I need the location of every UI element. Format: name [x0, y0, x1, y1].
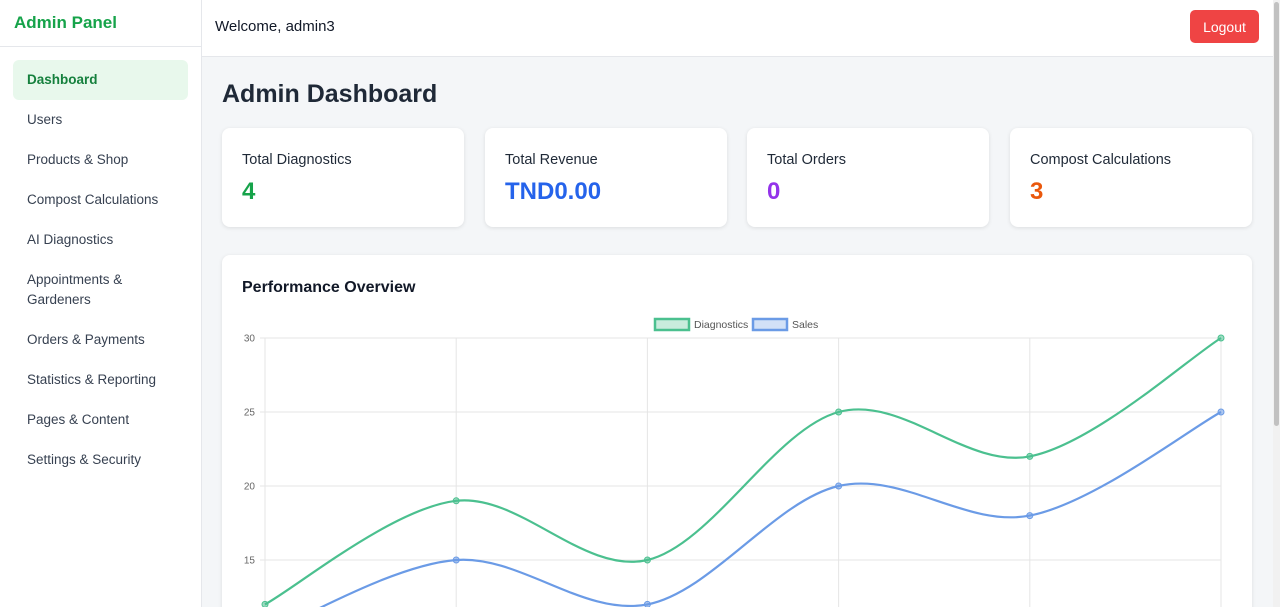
stat-card-diagnostics: Total Diagnostics 4: [222, 128, 464, 227]
y-tick-label: 20: [244, 482, 256, 493]
welcome-text: Welcome, admin3: [215, 18, 335, 35]
data-point-diagnostics: [261, 600, 269, 607]
sidebar-item-ai-diagnostics[interactable]: AI Diagnostics: [13, 220, 188, 260]
logout-button[interactable]: Logout: [1190, 10, 1259, 43]
legend-swatch-diagnostics: [653, 317, 691, 332]
y-tick-label: 30: [244, 334, 256, 345]
data-point-sales: [1026, 512, 1034, 520]
sidebar-item-settings-security[interactable]: Settings & Security: [13, 440, 188, 480]
data-point-diagnostics: [643, 556, 651, 564]
brand-title: Admin Panel: [0, 0, 201, 47]
series-sales: [319, 408, 1225, 607]
stat-label: Total Orders: [767, 152, 846, 168]
stat-value: 4: [242, 178, 256, 205]
legend-item-diagnostics: Diagnostics: [653, 317, 748, 332]
page-title: Admin Dashboard: [222, 80, 438, 108]
sidebar-item-compost-calculations[interactable]: Compost Calculations: [13, 180, 188, 220]
sidebar-item-appointments-gardeners[interactable]: Appointments & Gardeners: [13, 260, 188, 320]
legend-item-sales: Sales: [751, 317, 818, 332]
series-diagnostics: [261, 334, 1225, 607]
stat-label: Compost Calculations: [1030, 152, 1172, 168]
stat-label: Total Diagnostics: [242, 152, 352, 168]
stat-value: TND0.00: [505, 178, 602, 205]
series-line-diagnostics: [264, 337, 1222, 606]
y-tick-label: 15: [244, 556, 256, 567]
stat-value: 0: [767, 178, 781, 205]
data-point-diagnostics: [452, 497, 460, 505]
data-point-diagnostics: [1217, 334, 1225, 342]
legend-label-sales: Sales: [792, 319, 818, 331]
stat-label: Total Revenue: [505, 152, 598, 168]
sidebar-item-users[interactable]: Users: [13, 100, 188, 140]
data-point-sales: [1217, 408, 1225, 416]
sidebar-item-pages-content[interactable]: Pages & Content: [13, 400, 188, 440]
stat-card-orders: Total Orders 0: [747, 128, 989, 227]
stat-card-revenue: Total Revenue TND0.00: [485, 128, 727, 227]
data-point-sales: [643, 600, 651, 607]
data-point-sales: [835, 482, 843, 490]
data-point-diagnostics: [1026, 452, 1034, 460]
sidebar-item-products-shop[interactable]: Products & Shop: [13, 140, 188, 180]
legend-label-diagnostics: Diagnostics: [694, 319, 748, 331]
scrollbar-thumb[interactable]: [1274, 2, 1279, 426]
sidebar-item-orders-payments[interactable]: Orders & Payments: [13, 320, 188, 360]
page-scrollbar[interactable]: [1273, 0, 1280, 607]
sidebar: Admin Panel Dashboard Users Products & S…: [0, 0, 202, 607]
data-point-sales: [452, 556, 460, 564]
data-point-diagnostics: [835, 408, 843, 416]
sidebar-nav: Dashboard Users Products & Shop Compost …: [0, 47, 201, 493]
sidebar-item-dashboard[interactable]: Dashboard: [13, 60, 188, 100]
top-bar: Welcome, admin3 Logout: [202, 0, 1273, 57]
series-line-sales: [319, 411, 1222, 607]
stat-card-compost: Compost Calculations 3: [1010, 128, 1252, 227]
chart-grid: [260, 337, 1222, 607]
legend-swatch-sales: [751, 317, 789, 332]
stat-value: 3: [1030, 178, 1044, 205]
line-chart: 15 20 25 30 Diagnostics Sales: [244, 317, 1225, 607]
sidebar-item-statistics-reporting[interactable]: Statistics & Reporting: [13, 360, 188, 400]
performance-chart-card: Performance Overview 15 20 25 30 Diagnostics…: [222, 255, 1252, 607]
y-tick-label: 25: [244, 408, 256, 419]
